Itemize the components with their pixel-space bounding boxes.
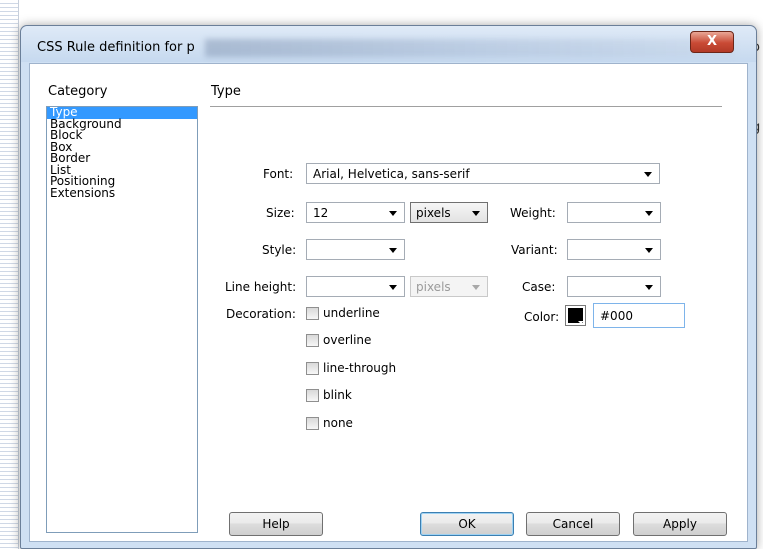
variant-label: Variant: bbox=[511, 243, 558, 257]
chevron-down-icon bbox=[645, 248, 653, 253]
ok-button[interactable]: OK bbox=[420, 512, 514, 536]
font-label: Font: bbox=[263, 167, 294, 181]
none-checkbox[interactable] bbox=[306, 417, 319, 430]
css-rule-dialog: CSS Rule definition for p X Category Typ… bbox=[20, 25, 757, 549]
style-label: Style: bbox=[262, 243, 297, 257]
weight-select[interactable] bbox=[567, 202, 661, 223]
dialog-title: CSS Rule definition for p bbox=[37, 40, 195, 55]
size-select[interactable]: 12 bbox=[306, 202, 405, 223]
chevron-down-icon bbox=[389, 248, 397, 253]
case-select[interactable] bbox=[567, 276, 661, 297]
blink-label: blink bbox=[323, 388, 352, 402]
overline-checkbox[interactable] bbox=[306, 334, 319, 347]
font-select[interactable]: Arial, Helvetica, sans-serif bbox=[306, 163, 660, 184]
none-label: none bbox=[323, 416, 353, 430]
help-button[interactable]: Help bbox=[229, 512, 323, 536]
variant-select[interactable] bbox=[567, 239, 661, 260]
decoration-label: Decoration: bbox=[226, 307, 296, 321]
chevron-down-icon bbox=[645, 211, 653, 216]
weight-label: Weight: bbox=[510, 206, 556, 220]
chevron-down-icon bbox=[389, 285, 397, 290]
blink-checkbox[interactable] bbox=[306, 389, 319, 402]
size-unit-value: pixels bbox=[416, 206, 451, 220]
cancel-button[interactable]: Cancel bbox=[526, 512, 620, 536]
line-through-checkbox[interactable] bbox=[306, 362, 319, 375]
category-label: Category bbox=[48, 84, 108, 99]
case-label: Case: bbox=[522, 280, 556, 294]
close-button[interactable]: X bbox=[690, 31, 734, 53]
chevron-down-icon bbox=[578, 321, 584, 324]
dialog-body: Category Type Type Background Block Box … bbox=[29, 63, 748, 542]
line-height-unit-value: pixels bbox=[416, 280, 451, 294]
apply-button[interactable]: Apply bbox=[633, 512, 727, 536]
category-list[interactable]: Type Background Block Box Border List Po… bbox=[46, 106, 198, 533]
chevron-down-icon bbox=[472, 211, 480, 216]
size-unit-select[interactable]: pixels bbox=[410, 202, 488, 223]
blurred-title-region bbox=[205, 39, 735, 57]
underline-label: underline bbox=[323, 306, 380, 320]
chevron-down-icon bbox=[472, 285, 480, 290]
color-picker-swatch[interactable] bbox=[565, 305, 586, 326]
style-select[interactable] bbox=[306, 239, 405, 260]
color-input[interactable]: #000 bbox=[593, 303, 685, 328]
panel-heading: Type bbox=[211, 84, 241, 99]
line-height-unit-select: pixels bbox=[410, 276, 488, 297]
title-bar[interactable]: CSS Rule definition for p X bbox=[21, 26, 756, 62]
size-label: Size: bbox=[266, 206, 295, 220]
overline-label: overline bbox=[323, 333, 372, 347]
category-item-extensions[interactable]: Extensions bbox=[47, 187, 197, 200]
color-label: Color: bbox=[524, 310, 560, 324]
chevron-down-icon bbox=[644, 172, 652, 177]
line-height-label: Line height: bbox=[225, 280, 297, 294]
line-through-label: line-through bbox=[323, 361, 397, 375]
chevron-down-icon bbox=[389, 211, 397, 216]
chevron-down-icon bbox=[645, 285, 653, 290]
underline-checkbox[interactable] bbox=[306, 307, 319, 320]
line-height-select[interactable] bbox=[306, 276, 405, 297]
underlying-app-edge bbox=[0, 0, 19, 549]
size-value: 12 bbox=[313, 206, 329, 220]
heading-divider bbox=[210, 106, 722, 108]
font-value: Arial, Helvetica, sans-serif bbox=[313, 167, 470, 181]
